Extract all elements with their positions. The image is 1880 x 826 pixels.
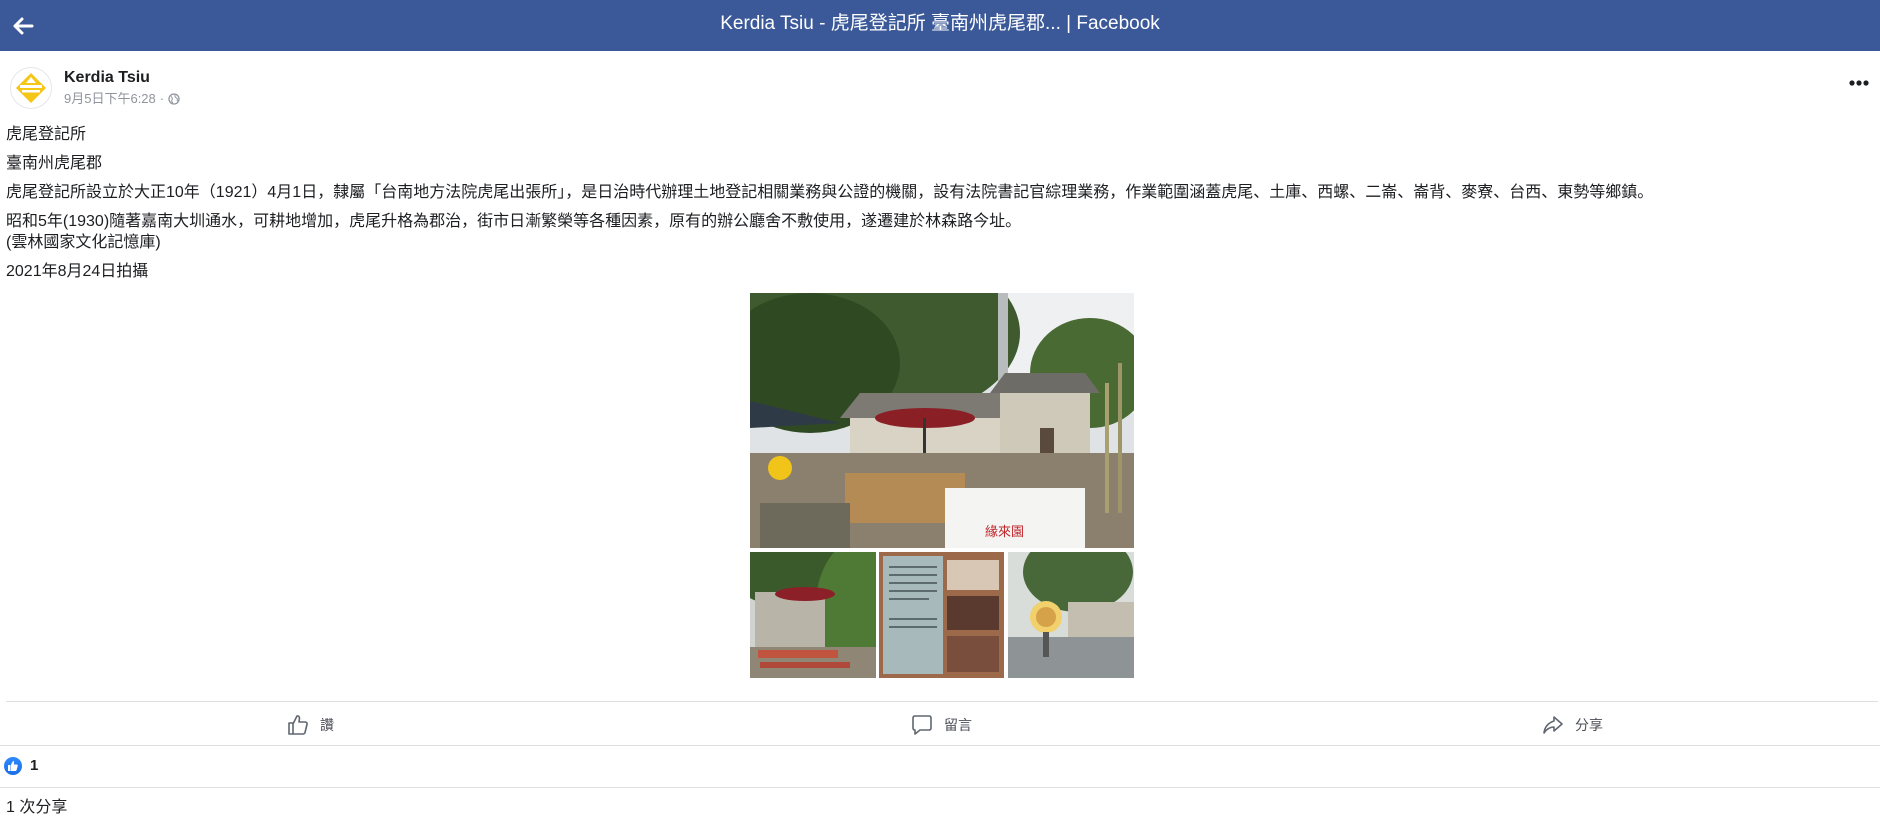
photo-main[interactable]: 緣來園 — [750, 293, 1134, 548]
share-button[interactable]: 分享 — [1541, 710, 1603, 740]
post-text-line: 昭和5年(1930)隨著嘉南大圳通水，可耕地增加，虎尾升格為郡治，街市日漸繁榮等… — [6, 213, 1022, 230]
post-text-line: (雲林國家文化記憶庫) — [6, 234, 161, 251]
share-count[interactable]: 1 次分享 — [6, 798, 67, 818]
more-options-button[interactable] — [1844, 72, 1874, 94]
meta-separator: · — [159, 91, 165, 106]
share-icon — [1543, 716, 1563, 734]
post-text-line: 虎尾登記所 — [6, 126, 87, 143]
post-meta: 9月5日下午6:28 · — [64, 90, 180, 108]
comment-label: 留言 — [944, 717, 972, 733]
photo-thumb[interactable] — [1008, 552, 1134, 678]
comment-button[interactable]: 留言 — [910, 710, 972, 740]
globe-icon — [168, 93, 180, 105]
more-dots-icon — [1849, 80, 1869, 86]
like-label: 讚 — [320, 717, 334, 733]
post-timestamp[interactable]: 9月5日下午6:28 — [64, 90, 156, 108]
divider — [6, 701, 1878, 702]
reaction-count: 1 — [30, 757, 39, 774]
post-text-line: 臺南州虎尾郡 — [6, 155, 103, 172]
page-title: Kerdia Tsiu - 虎尾登記所 臺南州虎尾郡... | Facebook — [720, 13, 1160, 34]
top-bar: Kerdia Tsiu - 虎尾登記所 臺南州虎尾郡... | Facebook — [0, 0, 1880, 51]
divider — [0, 787, 1880, 788]
photo-thumb[interactable] — [879, 552, 1004, 678]
reaction-summary[interactable]: 1 — [4, 757, 38, 775]
divider — [0, 745, 1880, 746]
avatar[interactable] — [10, 67, 52, 109]
share-label: 分享 — [1575, 717, 1603, 733]
like-reaction-icon — [4, 757, 22, 775]
thumbs-up-icon — [288, 715, 308, 735]
like-button[interactable]: 讚 — [286, 710, 334, 740]
post-text-line: 虎尾登記所設立於大正10年（1921）4月1日，隸屬「台南地方法院虎尾出張所」，… — [6, 184, 1654, 201]
photo-sign-text: 緣來園 — [985, 525, 1024, 540]
comment-icon — [912, 715, 932, 735]
photo-grid: 緣來園 — [750, 293, 1134, 678]
post-author[interactable]: Kerdia Tsiu — [64, 68, 150, 88]
post-text-line: 2021年8月24日拍攝 — [6, 263, 149, 280]
photo-thumb[interactable] — [750, 552, 876, 678]
logo-icon — [16, 73, 46, 103]
